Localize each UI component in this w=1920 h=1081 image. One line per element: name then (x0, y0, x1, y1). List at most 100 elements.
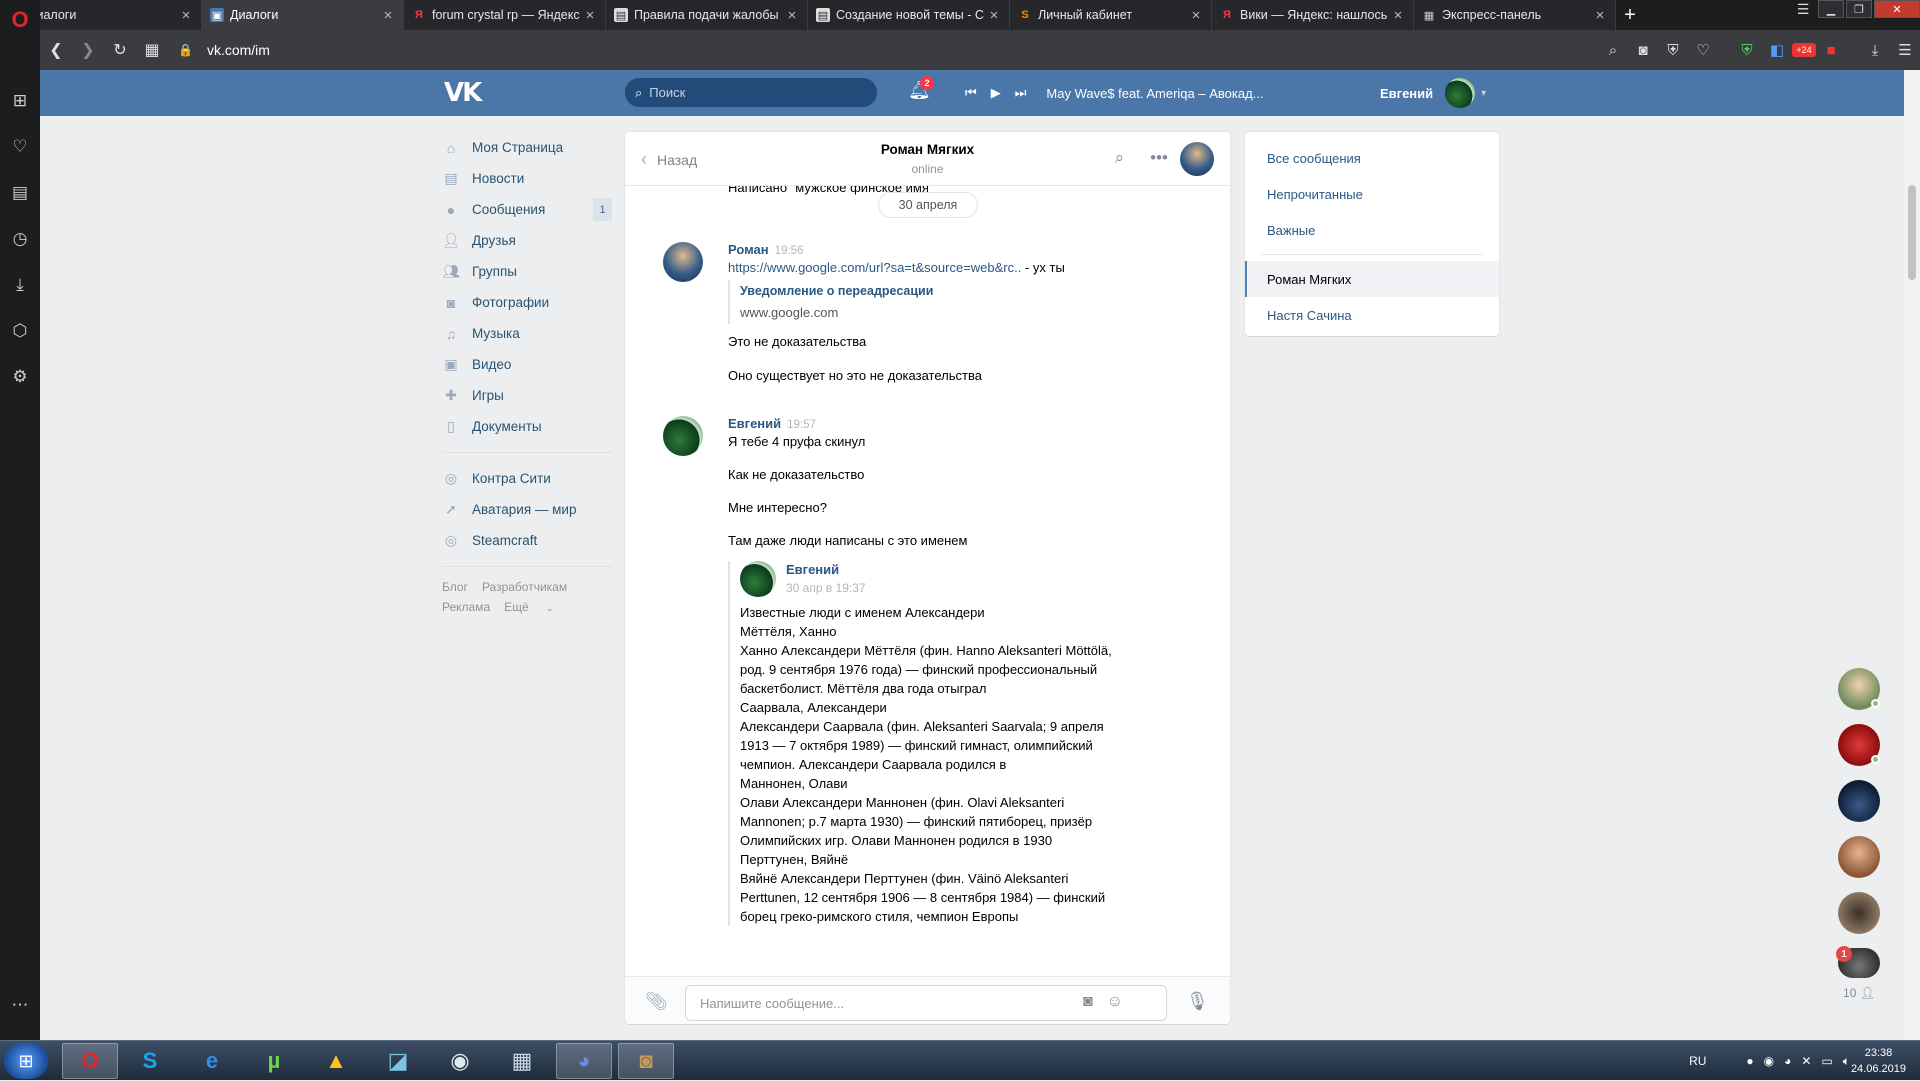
minimize-button[interactable]: ▁ (1818, 0, 1844, 18)
more-options-icon[interactable]: ••• (1150, 148, 1168, 167)
notifications-bell-icon[interactable]: 🔔︎ 2 (908, 76, 934, 101)
opera-taskbar-icon[interactable]: O (62, 1043, 118, 1079)
link-preview[interactable]: Уведомление о переадресации www.google.c… (728, 280, 933, 324)
url-field[interactable]: vk.com/im (207, 42, 270, 58)
close-tab-icon[interactable]: × (179, 7, 193, 24)
game-taskbar-icon[interactable]: ◙ (618, 1043, 674, 1079)
nav-app-steamcraft[interactable]: ◎ Steamcraft (442, 525, 612, 556)
extensions-cube-icon[interactable]: ⬡ (0, 316, 40, 346)
close-tab-icon[interactable]: × (987, 7, 1001, 24)
user-menu[interactable]: Евгений ▾ (1380, 70, 1486, 116)
play-icon[interactable]: ▶ (991, 85, 1001, 101)
opera-logo-icon[interactable]: O (0, 0, 40, 40)
extension-badge[interactable]: +24 (1792, 43, 1816, 57)
settings-sliders-icon[interactable]: ☰ (1890, 41, 1920, 59)
next-track-icon[interactable]: ⏭ (1015, 85, 1027, 101)
browser-tab[interactable]: Я Вики — Яндекс: нашлось × (1212, 0, 1414, 30)
footer-link-ads[interactable]: Реклама (442, 600, 490, 614)
nav-item-news[interactable]: ▤ Новости (442, 163, 612, 194)
filter-unread[interactable]: Непрочитанные (1245, 176, 1499, 212)
friend-avatar[interactable] (1838, 892, 1880, 934)
friend-avatar[interactable]: 1 (1836, 946, 1880, 978)
more-icon[interactable]: ⋯ (0, 990, 40, 1020)
author-name[interactable]: Евгений (728, 416, 781, 431)
nav-item-friends[interactable]: 👤︎ Друзья (442, 225, 612, 256)
calculator-taskbar-icon[interactable]: ▦ (494, 1043, 550, 1079)
download-icon[interactable]: ⤓ (1860, 42, 1890, 59)
vk-logo-icon[interactable]: VK (444, 78, 484, 108)
close-tab-icon[interactable]: × (381, 7, 395, 24)
tray-app-icon[interactable]: ◕ (1784, 1054, 1791, 1068)
news-icon[interactable]: ▤ (0, 178, 40, 208)
forwarded-author[interactable]: Евгений (786, 561, 1148, 579)
network-icon[interactable]: ✕ (1801, 1054, 1811, 1068)
skype-taskbar-icon[interactable]: S (122, 1043, 178, 1079)
author-name[interactable]: Роман (728, 242, 769, 257)
forwarded-time[interactable]: 30 апр в 19:37 (786, 579, 1148, 597)
tabs-grid-icon[interactable]: ▦ (136, 34, 168, 66)
emoji-icon[interactable]: ☺ (1107, 993, 1123, 1010)
friends-online-count[interactable]: 10 👤︎ (1838, 986, 1880, 1000)
browser-tab-active[interactable]: ▣ Диалоги × (202, 0, 404, 30)
search-zoom-icon[interactable]: ⌕ (1598, 42, 1628, 59)
footer-link-more[interactable]: Ещё ⌄ (504, 600, 567, 614)
camera-icon[interactable]: ◙ (1628, 42, 1658, 59)
footer-link-developers[interactable]: Разработчикам (482, 580, 567, 594)
language-indicator[interactable]: RU (1689, 1054, 1706, 1068)
close-tab-icon[interactable]: × (1593, 7, 1607, 24)
settings-gear-icon[interactable]: ⚙ (0, 362, 40, 392)
friend-avatar[interactable] (1838, 724, 1880, 766)
filter-important[interactable]: Важные (1245, 212, 1499, 248)
dialog-item[interactable]: Настя Сачина (1245, 297, 1499, 333)
nav-item-games[interactable]: ✚ Игры (442, 380, 612, 411)
friend-avatar[interactable] (1838, 780, 1880, 822)
dialog-item-selected[interactable]: Роман Мягких (1245, 261, 1499, 297)
display-icon[interactable]: ▭ (1821, 1054, 1832, 1068)
extension-icon[interactable]: ■ (1816, 42, 1846, 59)
shield-icon[interactable]: ⛨ (1658, 42, 1688, 59)
close-window-button[interactable]: ✕ (1874, 0, 1920, 18)
friend-avatar[interactable] (1838, 836, 1880, 878)
back-icon[interactable]: ❮ (40, 34, 72, 66)
peer-avatar[interactable] (1180, 142, 1214, 176)
nav-item-video[interactable]: ▣ Видео (442, 349, 612, 380)
current-track[interactable]: May Wave$ feat. Ameriqa – Авокад... (1046, 86, 1263, 101)
tray-app-icon[interactable]: ● (1746, 1054, 1753, 1068)
adblock-icon[interactable]: ⛨ (1732, 42, 1762, 59)
volume-icon[interactable]: 🔈︎ (1843, 1054, 1850, 1069)
avatar[interactable] (663, 242, 703, 282)
history-icon[interactable]: ◷ (0, 224, 40, 254)
heart-icon[interactable]: ♡ (1688, 41, 1718, 59)
page-scrollbar[interactable] (1904, 70, 1920, 1040)
speed-dial-icon[interactable]: ⊞ (0, 86, 40, 116)
nav-item-groups[interactable]: 👥︎ Группы (442, 256, 612, 287)
discord-taskbar-icon[interactable]: ◕ (556, 1043, 612, 1079)
system-clock[interactable]: 23:38 24.06.2019 (1851, 1045, 1906, 1077)
message-link[interactable]: https://www.google.com/url?sa=t&source=w… (728, 260, 1021, 275)
search-input[interactable]: ⌕ Поиск (625, 78, 877, 107)
downloads-icon[interactable]: ⤓ (0, 270, 40, 300)
browser-tab[interactable]: S Личный кабинет × (1010, 0, 1212, 30)
steam-taskbar-icon[interactable]: ◉ (432, 1043, 488, 1079)
close-tab-icon[interactable]: × (785, 7, 799, 24)
camera-icon[interactable]: ◙ (1083, 993, 1093, 1010)
microphone-icon[interactable]: 🎙︎ (1186, 991, 1209, 1012)
maximize-button[interactable]: ❐ (1846, 0, 1872, 18)
prev-track-icon[interactable]: ⏮ (965, 85, 977, 101)
utorrent-taskbar-icon[interactable]: µ (246, 1043, 302, 1079)
friend-avatar[interactable] (1838, 668, 1880, 710)
new-tab-button[interactable]: + (1616, 0, 1644, 30)
avatar[interactable] (663, 416, 703, 456)
app-taskbar-icon[interactable]: ◪ (370, 1043, 426, 1079)
nav-app-avataria[interactable]: ➚ Аватария — мир (442, 494, 612, 525)
nav-item-photos[interactable]: ◙ Фотографии (442, 287, 612, 318)
menu-icon[interactable]: ☰ (1790, 0, 1816, 18)
browser-tab[interactable]: ▦ Экспресс-панель × (1414, 0, 1616, 30)
translate-icon[interactable]: ◧ (1762, 41, 1792, 59)
avatar[interactable] (740, 561, 776, 597)
browser-tab[interactable]: Яforum crystal rp — Яндекс × (404, 0, 606, 30)
internet-explorer-taskbar-icon[interactable]: e (184, 1043, 240, 1079)
footer-link-blog[interactable]: Блог (442, 580, 468, 594)
message-time[interactable]: 19:57 (787, 419, 816, 431)
close-tab-icon[interactable]: × (583, 7, 597, 24)
